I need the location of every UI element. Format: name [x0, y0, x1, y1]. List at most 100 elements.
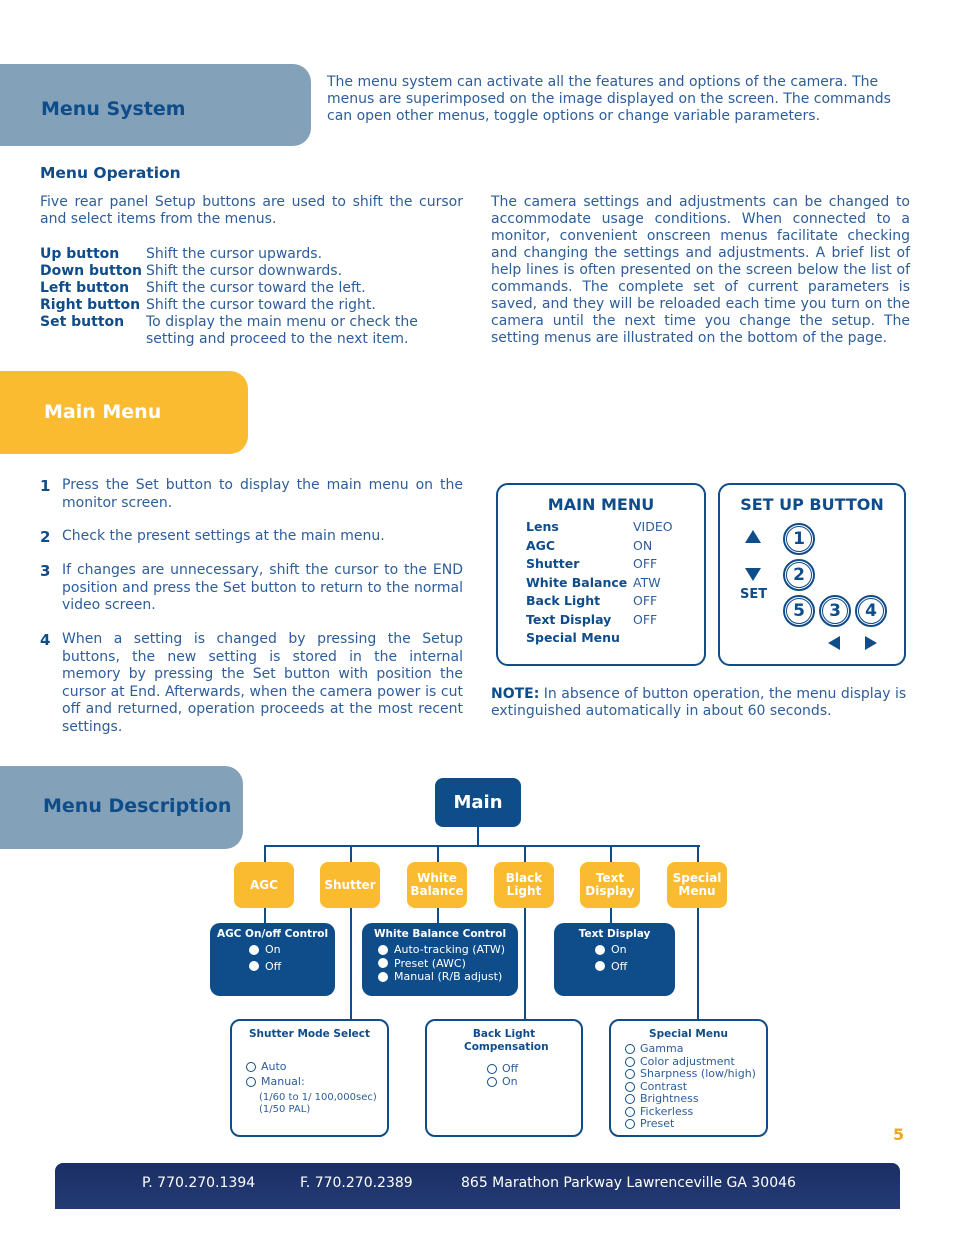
- radio-empty-icon: [625, 1081, 635, 1092]
- radio-filled-icon: [249, 944, 259, 955]
- connector-line: [264, 845, 266, 862]
- main-menu-banner: Main Menu: [0, 371, 248, 454]
- option-item[interactable]: On: [595, 943, 675, 957]
- main-menu-panel-title: MAIN MENU: [547, 495, 655, 514]
- menu-system-title: Menu System: [41, 98, 186, 120]
- text-display-box: Text Display On Off: [554, 923, 675, 996]
- setup-button-4[interactable]: 4: [855, 595, 887, 627]
- menu-operation-intro: Five rear panel Setup buttons are used t…: [40, 194, 463, 227]
- radio-filled-icon: [595, 961, 605, 972]
- radio-empty-icon: [625, 1119, 635, 1130]
- main-menu-row: AGC ON: [526, 537, 653, 553]
- main-menu-row: Lens VIDEO: [526, 519, 673, 534]
- option-item[interactable]: Auto: [246, 1060, 387, 1074]
- category-special-menu: Special Menu: [667, 862, 727, 908]
- step-2: 2 Check the present settings at the main …: [40, 528, 385, 546]
- special-menu-box: Special Menu Gamma Color adjustment Shar…: [609, 1019, 768, 1137]
- option-item[interactable]: Preset (AWC): [378, 957, 518, 971]
- connector-line: [697, 908, 699, 1020]
- button-row-up: Up button Shift the cursor upwards.: [40, 246, 323, 262]
- main-menu-panel: MAIN MENU Lens VIDEO AGC ON Shutter OFF Whi…: [496, 483, 706, 666]
- radio-filled-icon: [378, 958, 388, 969]
- left-arrow-icon: [828, 636, 840, 650]
- radio-empty-icon: [625, 1106, 635, 1117]
- page-number: 5: [893, 1125, 905, 1144]
- main-root-box: Main: [435, 778, 521, 827]
- connector-line: [264, 845, 700, 847]
- main-menu-row: White Balance ATW: [526, 574, 661, 590]
- radio-empty-icon: [246, 1076, 256, 1087]
- radio-empty-icon: [625, 1094, 635, 1105]
- note-label: NOTE:: [491, 686, 540, 702]
- connector-line: [264, 908, 266, 924]
- option-item[interactable]: Manual:: [246, 1075, 387, 1089]
- option-item[interactable]: On: [487, 1075, 581, 1089]
- footer-phone: P. 770.270.1394: [142, 1175, 256, 1191]
- setup-button-2[interactable]: 2: [783, 559, 815, 591]
- option-item[interactable]: Off: [249, 960, 335, 974]
- connector-line: [350, 845, 352, 862]
- footer-bar: P. 770.270.1394 F. 770.270.2389 865 Mara…: [55, 1163, 900, 1209]
- button-row-set: Set button To display the main menu or ch…: [40, 314, 418, 347]
- main-menu-row: Text Display OFF: [526, 611, 658, 627]
- setup-button-3[interactable]: 3: [819, 595, 851, 627]
- setup-button-panel: SET UP BUTTON SET 1 2 5 3 4: [718, 483, 906, 666]
- connector-line: [437, 908, 439, 924]
- option-item[interactable]: On: [249, 943, 335, 957]
- setup-button-5[interactable]: 5: [783, 595, 815, 627]
- note-text: In absence of button operation, the menu…: [491, 686, 907, 719]
- white-balance-control-box: White Balance Control Auto-tracking (ATW…: [362, 923, 518, 996]
- shutter-note: (1/60 to 1/ 100,000sec): [259, 1092, 377, 1103]
- option-item[interactable]: Sharpness (low/high): [625, 1067, 766, 1081]
- radio-empty-icon: [487, 1076, 497, 1087]
- right-arrow-icon: [865, 636, 877, 650]
- connector-line: [477, 827, 479, 846]
- connector-line: [437, 845, 439, 862]
- radio-filled-icon: [595, 944, 605, 955]
- category-black-light: Black Light: [494, 862, 554, 908]
- menu-system-intro: The menu system can activate all the fea…: [327, 74, 891, 124]
- setup-button-1[interactable]: 1: [783, 523, 815, 555]
- category-shutter: Shutter: [320, 862, 380, 908]
- shutter-note: (1/50 PAL): [259, 1104, 311, 1115]
- step-4: 4 When a setting is changed by pressing t…: [40, 631, 463, 735]
- menu-operation-heading: Menu Operation: [40, 164, 181, 182]
- menu-description-title: Menu Description: [43, 795, 232, 817]
- option-item[interactable]: Gamma: [625, 1042, 766, 1056]
- connector-line: [524, 845, 526, 862]
- radio-empty-icon: [246, 1062, 256, 1073]
- main-menu-title: Main Menu: [44, 401, 162, 423]
- radio-empty-icon: [625, 1044, 635, 1055]
- button-row-right: Right button Shift the cursor toward the …: [40, 297, 376, 313]
- step-3: 3 If changes are unnecessary, shift the c…: [40, 562, 463, 613]
- option-item[interactable]: Off: [595, 960, 675, 974]
- connector-line: [697, 845, 699, 862]
- footer-address: 865 Marathon Parkway Lawrenceville GA 30…: [461, 1175, 796, 1191]
- set-label: SET: [740, 587, 768, 602]
- connector-line: [350, 908, 352, 1020]
- connector-line: [610, 845, 612, 862]
- up-arrow-icon: [745, 530, 761, 543]
- connector-line: [524, 908, 526, 1020]
- option-item[interactable]: Preset: [625, 1117, 766, 1131]
- note: NOTE: In absence of button operation, th…: [491, 686, 911, 720]
- button-list: Up button Shift the cursor upwards. Down …: [40, 246, 456, 348]
- agc-control-box: AGC On/off Control On Off: [210, 923, 335, 996]
- option-item[interactable]: Off: [487, 1062, 581, 1076]
- option-item[interactable]: Auto-tracking (ATW): [378, 943, 518, 957]
- radio-empty-icon: [487, 1064, 497, 1075]
- radio-filled-icon: [249, 961, 259, 972]
- button-row-left: Left button Shift the cursor toward the l…: [40, 280, 366, 296]
- radio-filled-icon: [378, 971, 388, 982]
- connector-line: [610, 908, 612, 924]
- category-agc: AGC: [234, 862, 294, 908]
- radio-filled-icon: [378, 944, 388, 955]
- down-arrow-icon: [745, 568, 761, 581]
- option-item[interactable]: Brightness: [625, 1092, 766, 1106]
- button-row-down: Down button Shift the cursor downwards.: [40, 263, 343, 279]
- back-light-compensation-box: Back Light Compensation Off On: [425, 1019, 583, 1137]
- radio-empty-icon: [625, 1056, 635, 1067]
- option-item[interactable]: Manual (R/B adjust): [378, 970, 518, 984]
- footer-fax: F. 770.270.2389: [300, 1175, 413, 1191]
- menu-description-banner: Menu Description: [0, 766, 243, 849]
